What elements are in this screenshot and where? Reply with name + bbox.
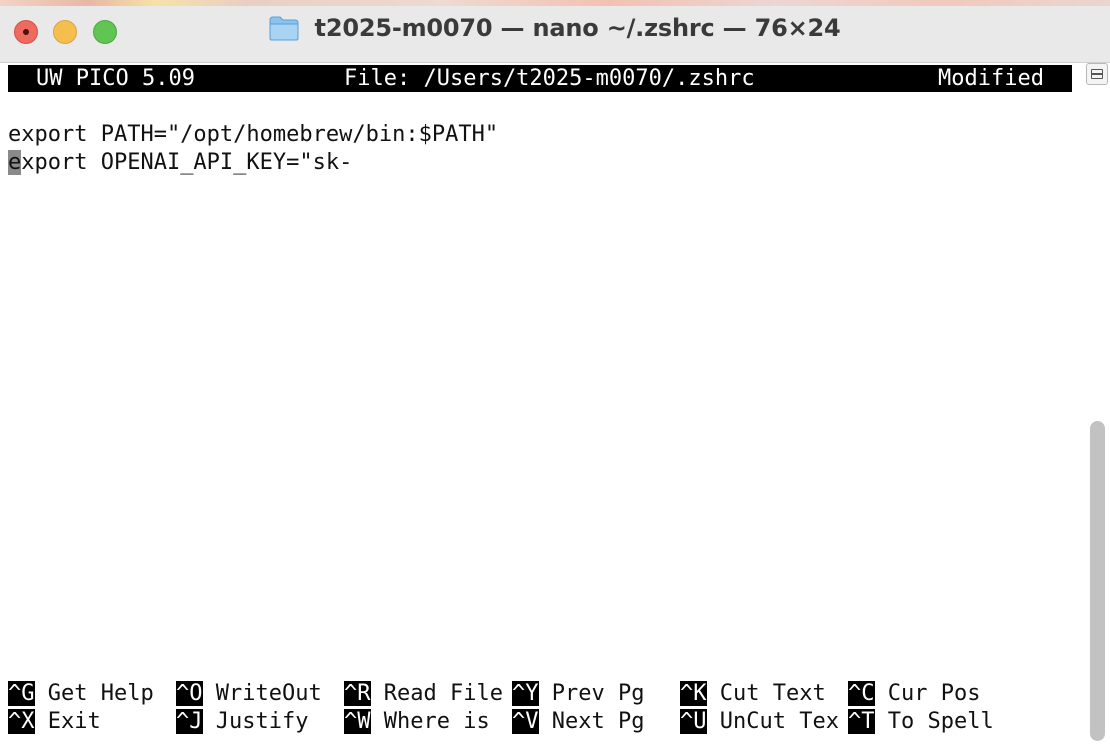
shortcut-key: ^O	[176, 681, 203, 706]
file-path: File: /Users/t2025-m0070/.zshrc	[344, 66, 755, 91]
app-version: UW PICO 5.09	[36, 66, 195, 91]
title-bar[interactable]: t2025-m0070 — nano ~/.zshrc — 76×24	[0, 0, 1110, 63]
split-pane-icon[interactable]	[1086, 63, 1108, 85]
shortcut-to-spell[interactable]: ^T To Spell	[848, 708, 994, 736]
shortcut-key: ^U	[680, 709, 707, 734]
shortcut-label: Cur Pos	[874, 681, 981, 706]
editor-line-1[interactable]: export PATH="/opt/homebrew/bin:$PATH"	[8, 121, 498, 149]
window-title-group: t2025-m0070 — nano ~/.zshrc — 76×24	[0, 14, 1110, 50]
shortcut-key: ^Y	[512, 681, 539, 706]
shortcut-label: Where is	[370, 709, 490, 734]
shortcut-label: WriteOut	[202, 681, 322, 706]
shortcut-key: ^C	[848, 681, 875, 706]
shortcut-label: UnCut Tex	[706, 709, 839, 734]
scrollbar-thumb[interactable]	[1090, 421, 1105, 741]
shortcut-cut-text[interactable]: ^K Cut Text	[680, 680, 826, 708]
shortcut-label: Get Help	[34, 681, 154, 706]
shortcut-key: ^W	[344, 709, 371, 734]
shortcut-label: Next Pg	[538, 709, 645, 734]
modified-status: Modified	[938, 66, 1044, 91]
shortcut-bar: ^G Get Help ^O WriteOut ^R Read File ^Y …	[8, 680, 1072, 738]
text-cursor: e	[8, 150, 22, 175]
shortcut-exit[interactable]: ^X Exit	[8, 708, 101, 736]
shortcut-key: ^T	[848, 709, 875, 734]
shortcut-key: ^R	[344, 681, 371, 706]
terminal-content[interactable]: UW PICO 5.09 File: /Users/t2025-m0070/.z…	[0, 63, 1110, 746]
editor-line-2-text: xport OPENAI_API_KEY="sk-	[21, 150, 353, 175]
shortcut-prev-pg[interactable]: ^Y Prev Pg	[512, 680, 644, 708]
desktop-wallpaper-strip	[0, 0, 1110, 6]
shortcut-label: Justify	[202, 709, 309, 734]
shortcut-key: ^J	[176, 709, 203, 734]
shortcut-where-is[interactable]: ^W Where is	[344, 708, 490, 736]
shortcut-next-pg[interactable]: ^V Next Pg	[512, 708, 644, 736]
shortcut-get-help[interactable]: ^G Get Help	[8, 680, 154, 708]
shortcut-cur-pos[interactable]: ^C Cur Pos	[848, 680, 980, 708]
folder-icon	[269, 16, 299, 41]
window-title: t2025-m0070 — nano ~/.zshrc — 76×24	[314, 14, 841, 42]
terminal-window: t2025-m0070 — nano ~/.zshrc — 76×24 UW P…	[0, 0, 1110, 746]
shortcut-key: ^G	[8, 681, 35, 706]
shortcut-label: Exit	[34, 709, 101, 734]
shortcut-uncut-text[interactable]: ^U UnCut Tex	[680, 708, 839, 736]
shortcut-key: ^K	[680, 681, 707, 706]
shortcut-key: ^V	[512, 709, 539, 734]
redacted-api-key	[352, 152, 490, 174]
shortcut-justify[interactable]: ^J Justify	[176, 708, 308, 736]
shortcut-label: Read File	[370, 681, 503, 706]
shortcut-label: To Spell	[874, 709, 994, 734]
shortcut-label: Cut Text	[706, 681, 826, 706]
pico-header-bar: UW PICO 5.09 File: /Users/t2025-m0070/.z…	[8, 65, 1072, 92]
shortcut-read-file[interactable]: ^R Read File	[344, 680, 503, 708]
shortcut-writeout[interactable]: ^O WriteOut	[176, 680, 322, 708]
shortcut-label: Prev Pg	[538, 681, 645, 706]
editor-line-2[interactable]: export OPENAI_API_KEY="sk-	[8, 149, 490, 177]
shortcut-key: ^X	[8, 709, 35, 734]
